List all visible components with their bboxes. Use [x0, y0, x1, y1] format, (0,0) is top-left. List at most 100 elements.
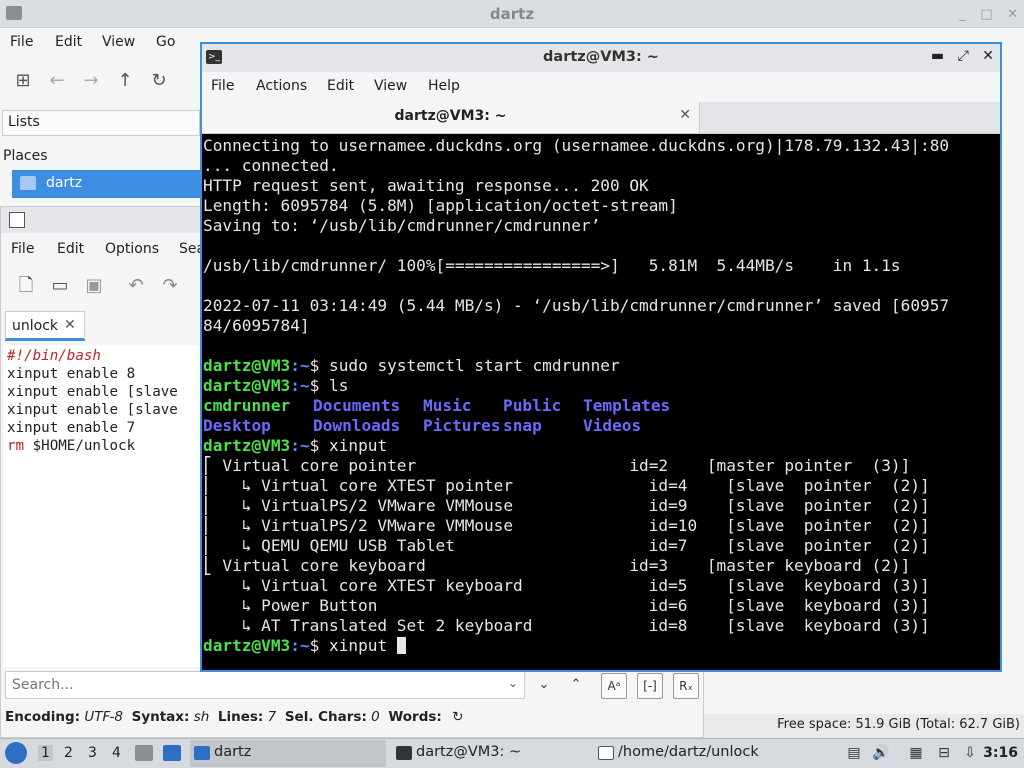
- editor-statusbar: Encoding: UTF-8 Syntax: sh Lines: 7 Sel.…: [5, 709, 695, 733]
- updates-icon[interactable]: ⇩: [962, 745, 978, 761]
- file-manager-window-buttons: _ □ ✕: [949, 6, 1018, 22]
- editor-app-icon: [9, 212, 25, 228]
- xinput-line: ⎜ ↳ Virtual core XTEST pointer id=4 [sla…: [203, 476, 930, 495]
- ls-output-row: Desktop Downloads Pictures snap Videos: [203, 416, 642, 435]
- folder-icon: [194, 746, 210, 760]
- workspace-2[interactable]: 2: [64, 745, 73, 761]
- terminal-cursor: [396, 637, 406, 654]
- forward-icon[interactable]: →: [78, 68, 104, 94]
- match-case-icon[interactable]: Aᵃ: [601, 673, 627, 699]
- task-file-manager[interactable]: dartz: [190, 740, 386, 767]
- close-tab-icon[interactable]: ✕: [679, 107, 691, 123]
- clock[interactable]: 3:16: [983, 745, 1018, 761]
- xinput-line: ↳ Virtual core XTEST keyboard id=5 [slav…: [203, 576, 930, 595]
- maximize-icon[interactable]: ⤢: [958, 48, 969, 64]
- term-menu-help[interactable]: Help: [428, 78, 460, 94]
- file-manager-toolbar: ⊞ ← → ↑ ↻: [0, 58, 200, 106]
- term-menu-file[interactable]: File: [211, 78, 234, 94]
- search-input[interactable]: [12, 673, 502, 697]
- sel-chars-value: 0: [371, 709, 380, 725]
- up-icon[interactable]: ↑: [112, 68, 138, 94]
- terminal-line: HTTP request sent, awaiting response... …: [203, 176, 649, 195]
- sel-chars-label: Sel. Chars:: [284, 709, 367, 725]
- workspace-4[interactable]: 4: [112, 745, 121, 761]
- back-icon[interactable]: ←: [44, 68, 70, 94]
- terminal-line: 2022-07-11 03:14:49 (5.44 MB/s) - ‘/usb/…: [203, 296, 950, 315]
- xinput-line: ⎣ Virtual core keyboard id=3 [master key…: [203, 556, 911, 575]
- undo-icon[interactable]: ↶: [123, 273, 149, 299]
- xinput-line: ⎡ Virtual core pointer id=2 [master poin…: [203, 456, 911, 475]
- regex-icon[interactable]: Rₓ: [673, 673, 699, 699]
- terminal-line: ... connected.: [203, 156, 339, 175]
- ed-menu-file[interactable]: File: [11, 241, 34, 257]
- search-history-dropdown-icon[interactable]: ⌄: [508, 676, 518, 690]
- code-line: xinput enable 8: [7, 366, 136, 382]
- editor-tab-unlock[interactable]: unlock ✕: [5, 311, 85, 341]
- fm-menu-go[interactable]: Go: [156, 34, 175, 50]
- code-line: rm $HOME/unlock: [7, 438, 136, 454]
- minimize-icon[interactable]: _: [959, 7, 966, 22]
- open-folder-icon[interactable]: ▭: [47, 273, 73, 299]
- term-menu-edit[interactable]: Edit: [327, 78, 354, 94]
- new-document-icon[interactable]: 🗋: [13, 273, 39, 299]
- xinput-line: ⎜ ↳ QEMU QEMU USB Tablet id=7 [slave poi…: [203, 536, 930, 555]
- task-terminal[interactable]: dartz@VM3: ~: [392, 740, 588, 767]
- side-pane-selector[interactable]: Lists: [2, 110, 200, 136]
- fm-menu-view[interactable]: View: [102, 34, 135, 50]
- volume-icon[interactable]: 🔊: [872, 745, 889, 761]
- terminal-output[interactable]: Connecting to usernamee.duckdns.org (use…: [202, 136, 1000, 670]
- terminal-line: Connecting to usernamee.duckdns.org (use…: [203, 136, 950, 155]
- term-menu-view[interactable]: View: [374, 78, 407, 94]
- start-menu-icon[interactable]: [5, 742, 27, 764]
- workspace-1[interactable]: 1: [38, 745, 53, 761]
- close-icon[interactable]: ✕: [982, 48, 994, 64]
- fm-menu-edit[interactable]: Edit: [55, 34, 82, 50]
- minimize-icon[interactable]: ▬: [931, 48, 944, 64]
- prompt-line: dartz@VM3:~$ xinput: [203, 436, 388, 455]
- ed-menu-edit[interactable]: Edit: [57, 241, 84, 257]
- places-item-dartz[interactable]: dartz: [12, 170, 202, 198]
- side-pane-label: Lists: [8, 114, 40, 130]
- terminal-title: dartz@VM3: ~: [543, 49, 659, 65]
- task-editor[interactable]: /home/dartz/unlock: [594, 740, 790, 767]
- refresh-word-count-icon[interactable]: ↻: [452, 709, 463, 725]
- file-manager-statusbar: Free space: 51.9 GiB (Total: 62.7 GiB): [700, 714, 1024, 738]
- ed-menu-options[interactable]: Options: [105, 241, 159, 257]
- close-icon[interactable]: ✕: [1007, 7, 1018, 22]
- new-tab-icon[interactable]: ⊞: [10, 68, 36, 94]
- syntax-label: Syntax:: [131, 709, 190, 725]
- terminal-menubar: File Actions Edit View Help: [202, 72, 1000, 102]
- file-manager-titlebar[interactable]: dartz _ □ ✕: [0, 0, 1024, 28]
- search-field[interactable]: ⌄: [5, 671, 525, 699]
- terminal-tab[interactable]: dartz@VM3: ~ ✕: [202, 102, 700, 133]
- redo-icon[interactable]: ↷: [157, 273, 183, 299]
- clipboard-icon[interactable]: ▤: [846, 745, 862, 761]
- xinput-line: ↳ Power Button id=6 [slave keyboard (3)]: [203, 596, 930, 615]
- workspace-3[interactable]: 3: [88, 745, 97, 761]
- editor-icon: [598, 746, 614, 760]
- find-next-icon[interactable]: ⌄: [531, 673, 557, 699]
- find-previous-icon[interactable]: ⌃: [563, 673, 589, 699]
- whole-word-icon[interactable]: [-]: [637, 673, 663, 699]
- notes-icon[interactable]: ▦: [908, 745, 924, 761]
- save-icon[interactable]: ▣: [81, 273, 107, 299]
- editor-text-area[interactable]: #!/bin/bash xinput enable 8 xinput enable …: [3, 345, 201, 667]
- terminal-titlebar[interactable]: >_ dartz@VM3: ~ ▬ ⤢ ✕: [202, 44, 1000, 72]
- show-desktop-icon[interactable]: [163, 745, 181, 761]
- places-item-label: dartz: [46, 175, 83, 191]
- home-folder-icon: [20, 176, 36, 190]
- editor-tab-label: unlock: [12, 318, 59, 334]
- reload-icon[interactable]: ↻: [146, 68, 172, 94]
- network-icon[interactable]: ⊟: [936, 745, 952, 761]
- file-manager-title: dartz: [489, 5, 535, 23]
- prompt-line: dartz@VM3:~$ xinput: [203, 636, 1000, 656]
- fm-menu-file[interactable]: File: [10, 34, 33, 50]
- prompt-line: dartz@VM3:~$ ls: [203, 376, 349, 395]
- term-menu-actions[interactable]: Actions: [256, 78, 307, 94]
- code-line: xinput enable [slave: [7, 402, 178, 418]
- file-manager-launcher-icon[interactable]: [135, 745, 153, 761]
- maximize-icon[interactable]: □: [980, 7, 992, 22]
- close-tab-icon[interactable]: ✕: [64, 317, 76, 333]
- encoding-value: UTF-8: [84, 709, 123, 725]
